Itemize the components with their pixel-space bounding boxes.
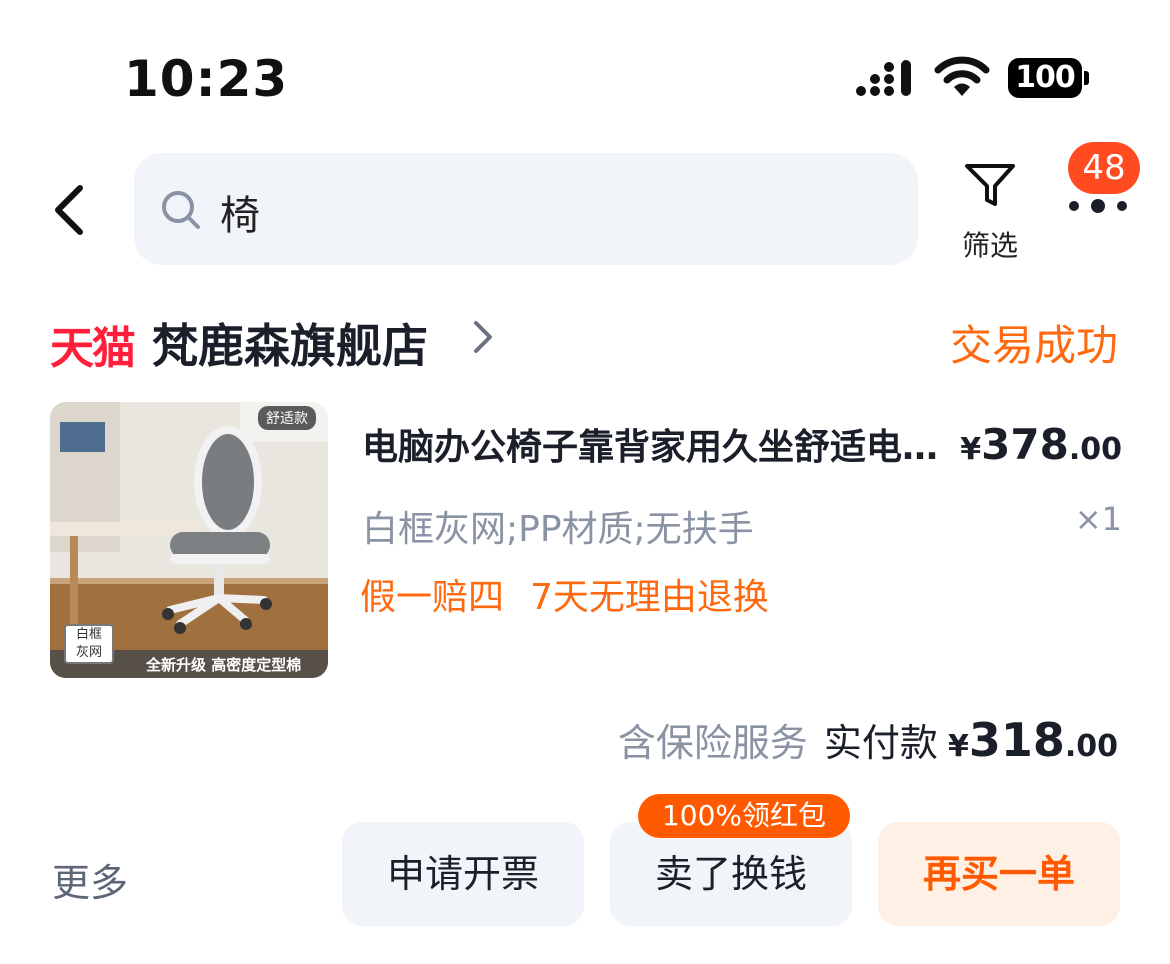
price-currency: ¥	[960, 432, 982, 467]
product-sku: 白框灰网;PP材质;无扶手	[362, 509, 754, 550]
service-tags: 假一赔四 7天无理由退换	[360, 568, 769, 620]
paid-dec: .00	[1064, 729, 1118, 764]
search-icon	[162, 191, 200, 229]
tag-7day-return: 7天无理由退换	[530, 577, 769, 618]
status-time: 10:23	[124, 50, 289, 108]
insurance-label: 含保险服务	[617, 721, 808, 765]
store-name[interactable]: 梵鹿森旗舰店	[152, 310, 428, 376]
thumb-variant-line1: 白框	[75, 627, 102, 642]
product-quantity: ×1	[1074, 500, 1122, 538]
notification-badge: 48	[1068, 142, 1140, 194]
thumb-variant-badge: 白框 灰网	[64, 624, 114, 664]
thumb-badge: 舒适款	[258, 406, 316, 430]
price-dec: .00	[1068, 432, 1122, 467]
tag-fake-compensation: 假一赔四	[360, 577, 505, 618]
paid-int: 318	[968, 713, 1065, 767]
signal-icon	[856, 60, 911, 96]
product-title[interactable]: 电脑办公椅子靠背家用久坐舒适电竞学习书桌椅	[362, 418, 952, 470]
paid-currency: ¥	[947, 729, 969, 764]
price-int: 378	[981, 420, 1069, 469]
red-packet-promo-badge: 100%领红包	[638, 794, 850, 838]
battery-icon: 100	[1008, 58, 1090, 98]
more-dots-icon[interactable]	[1066, 196, 1130, 216]
order-status: 交易成功	[949, 321, 1118, 370]
filter-button[interactable]: 筛选	[950, 160, 1030, 270]
thumb-variant-line2: 灰网	[75, 645, 102, 660]
buy-again-button[interactable]: 再买一单	[878, 822, 1120, 926]
paid-label: 实付款	[823, 721, 938, 765]
battery-level: 100	[1008, 58, 1082, 98]
search-query[interactable]: 椅	[220, 183, 260, 241]
request-invoice-button[interactable]: 申请开票	[342, 822, 584, 926]
more-button[interactable]: 更多	[52, 852, 128, 907]
chevron-right-icon[interactable]	[470, 318, 496, 356]
search-bar[interactable]: 椅	[134, 153, 918, 265]
filter-icon	[965, 164, 1015, 206]
filter-label: 筛选	[961, 229, 1018, 262]
product-image[interactable]: 舒适款 白框 灰网 全新升级 高密度定型棉	[50, 402, 328, 678]
thumb-caption: 全新升级 高密度定型棉	[146, 656, 302, 674]
wifi-icon	[934, 56, 990, 96]
product-price: ¥378.00	[960, 420, 1122, 469]
back-arrow-icon[interactable]	[48, 182, 92, 238]
payment-summary: 含保险服务 实付款 ¥318.00	[618, 712, 1118, 767]
tmall-logo: 天猫	[50, 323, 136, 374]
